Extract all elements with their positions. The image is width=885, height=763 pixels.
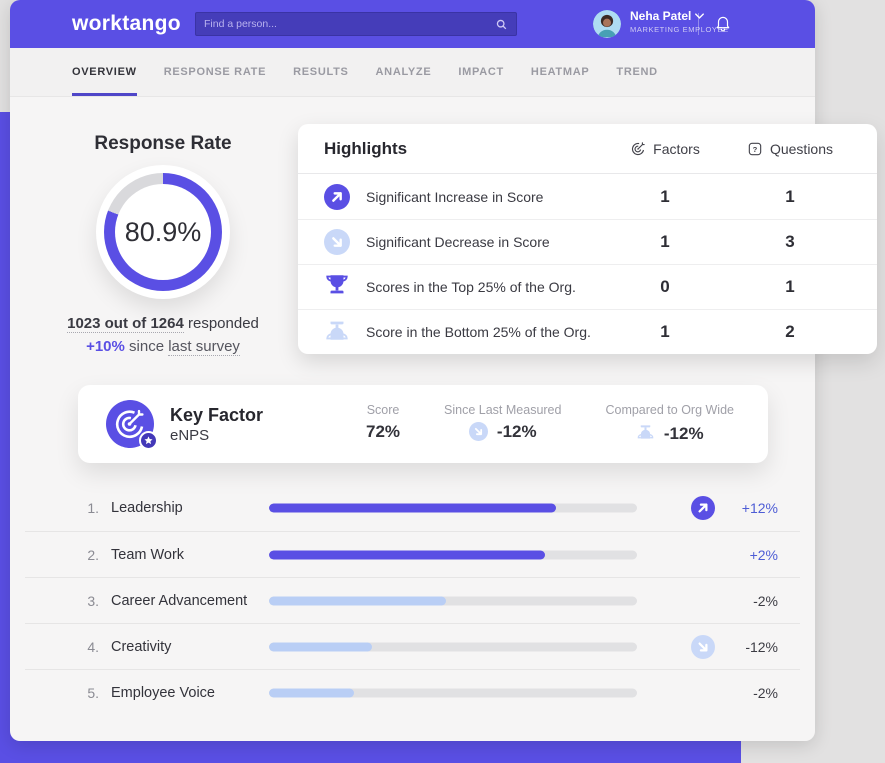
score-bar [269,550,637,559]
search-input[interactable] [204,18,495,30]
highlights-header: Highlights Factors ? Questions [298,124,877,174]
compared-value: -12% [664,424,704,444]
questions-count: 1 [721,277,859,297]
factor-change: -2% [708,593,778,609]
tab-trend[interactable]: TREND [616,48,657,96]
main-content: Response Rate 80.9% 1023 out of 1264 res… [10,97,815,741]
top-header-bar: worktango Neha Patel MARKETING EMPL [10,0,815,48]
factor-row-creativity[interactable]: 4. Creativity -12% [25,623,800,669]
factor-change: -12% [708,639,778,655]
factor-row-career-advancement[interactable]: 3. Career Advancement -2% [25,577,800,623]
questions-count: 2 [721,322,859,342]
response-rate-percent: 80.9% [125,217,202,248]
chevron-down-icon[interactable] [695,13,704,19]
highlights-card: Highlights Factors ? Questions [298,124,877,354]
avatar[interactable] [593,10,621,38]
factor-name: Leadership [111,500,183,516]
factor-ranking-list: 1. Leadership +12% 2. Team Work +2% [25,485,800,715]
trophy-bottom-icon [636,422,655,441]
compared-org-wide-stat: Compared to Org Wide -12% [605,403,734,446]
user-name: Neha Patel [630,9,691,23]
factor-name: Team Work [111,547,184,563]
factors-column-header: Factors [609,141,721,157]
key-factor-card[interactable]: Key Factor eNPS Score 72% Since Last Mea… [78,385,768,463]
response-rate-donut: 80.9% [96,165,230,299]
tab-overview[interactable]: OVERVIEW [72,48,137,96]
factor-name: Employee Voice [111,685,215,701]
last-survey-link[interactable]: last survey [168,338,240,356]
svg-text:?: ? [753,144,758,153]
key-factor-target-icon [106,400,154,448]
highlight-row-top25[interactable]: Scores in the Top 25% of the Org. 0 1 [298,264,877,309]
tab-heatmap[interactable]: HEATMAP [531,48,589,96]
notification-bell-icon[interactable] [714,13,732,33]
response-rate-title: Response Rate [50,133,276,155]
header-divider [698,13,699,35]
target-icon [630,141,646,157]
response-rate-section: Response Rate 80.9% 1023 out of 1264 res… [50,133,276,355]
factor-row-employee-voice[interactable]: 5. Employee Voice -2% [25,669,800,715]
score-stat: Score 72% [366,403,400,446]
donut-ring: 80.9% [104,173,222,291]
trophy-bottom-icon [324,317,350,343]
response-rate-delta-line: +10% since last survey [50,338,276,355]
person-search-box[interactable] [195,12,517,36]
factor-name: Creativity [111,639,171,655]
question-icon: ? [747,141,763,157]
key-factor-stats: Score 72% Since Last Measured -12% Compa… [366,403,740,446]
questions-column-header: ? Questions [721,141,859,157]
search-icon[interactable] [495,18,508,31]
questions-count: 3 [721,232,859,252]
factor-row-leadership[interactable]: 1. Leadership +12% [25,485,800,531]
decrease-icon [324,229,350,255]
factor-change: -2% [708,685,778,701]
key-factor-name: eNPS [170,427,330,444]
tab-results[interactable]: RESULTS [293,48,348,96]
responded-count[interactable]: 1023 out of 1264 [67,315,184,333]
star-badge-icon [139,431,158,450]
score-bar [269,642,637,651]
highlight-row-decrease[interactable]: Significant Decrease in Score 1 3 [298,219,877,264]
responded-count-line: 1023 out of 1264 responded [50,315,276,332]
since-last-measured-stat: Since Last Measured -12% [444,403,561,446]
highlights-title: Highlights [324,139,609,159]
tab-response-rate[interactable]: RESPONSE RATE [164,48,266,96]
factors-count: 0 [609,277,721,297]
delta-value: +10% [86,338,125,355]
key-factor-title: Key Factor [170,405,330,426]
factors-count: 1 [609,232,721,252]
highlight-row-increase[interactable]: Significant Increase in Score 1 1 [298,174,877,219]
trophy-top-icon [324,272,350,298]
factor-change: +12% [708,500,778,516]
factors-count: 1 [609,187,721,207]
app-window: worktango Neha Patel MARKETING EMPL [10,0,815,741]
tab-analyze[interactable]: ANALYZE [376,48,432,96]
tab-impact[interactable]: IMPACT [458,48,504,96]
since-value: -12% [497,422,537,442]
factor-change: +2% [708,547,778,563]
score-bar [269,596,637,605]
factor-row-team-work[interactable]: 2. Team Work +2% [25,531,800,577]
tab-bar: OVERVIEW RESPONSE RATE RESULTS ANALYZE I… [10,48,815,97]
score-value: 72% [366,422,400,442]
highlight-row-bottom25[interactable]: Score in the Bottom 25% of the Org. 1 2 [298,309,877,354]
factors-count: 1 [609,322,721,342]
worktango-logo: worktango [72,12,181,36]
questions-count: 1 [721,187,859,207]
decrease-icon [469,422,488,441]
score-bar [269,504,637,513]
increase-icon [324,184,350,210]
score-bar [269,688,637,697]
factor-name: Career Advancement [111,593,247,609]
